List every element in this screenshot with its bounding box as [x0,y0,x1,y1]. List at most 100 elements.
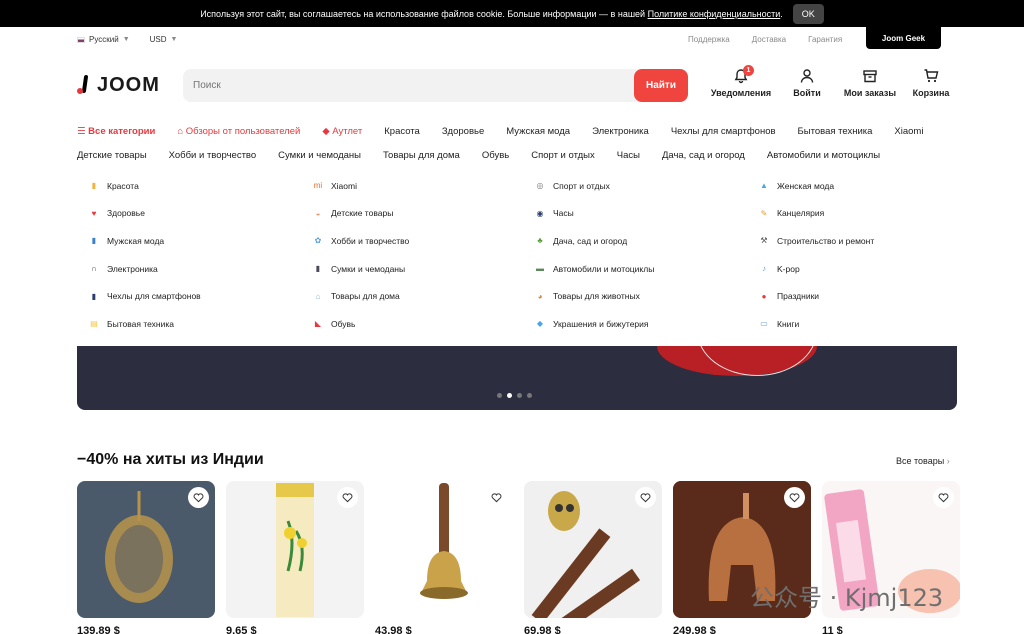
dropdown-category-item[interactable]: ♪ K-pop [758,255,874,283]
dropdown-category-item[interactable]: ▮ Мужская мода [88,227,201,255]
nav-item-shoes[interactable]: Обувь [482,150,509,161]
nav-item-beauty[interactable]: Красота [384,126,420,137]
currency-selector[interactable]: USD ▼ [150,35,178,44]
login-button[interactable]: Войти [782,68,832,98]
dropdown-category-item[interactable]: ▮ Красота [88,172,201,200]
nav-item-electronics[interactable]: Электроника [592,126,649,137]
dropdown-category-item[interactable]: ▲ Женская мода [758,172,874,200]
product-card[interactable]: 139,89 $ [77,481,215,634]
nav-item-hobby[interactable]: Хобби и творчество [169,150,257,161]
product-image[interactable] [77,481,215,618]
logo-text: JOOM [97,74,160,96]
nav-item-mens-fashion[interactable]: Мужская мода [506,126,570,137]
dropdown-category-item[interactable]: ◉ Часы [534,200,654,228]
dropdown-category-item[interactable]: ▤ Бытовая техника [88,310,201,338]
dropdown-category-item[interactable]: ✎ Канцелярия [758,200,874,228]
dropdown-category-label: Обувь [331,318,356,329]
notifications-label: Уведомления [710,88,772,98]
product-price: 139,89 $ [77,625,120,634]
promo-banner[interactable] [77,346,957,410]
product-image[interactable] [375,481,513,618]
dropdown-category-item[interactable]: ◕ Товары для животных [534,282,654,310]
dropdown-category-item[interactable]: mi Xiaomi [312,172,409,200]
dropdown-category-item[interactable]: ● Праздники [758,282,874,310]
favorite-heart-icon[interactable] [337,487,358,508]
cookie-text: Используя этот сайт, вы соглашаетесь на … [200,8,783,19]
home-icon: ⌂ [315,291,321,301]
joom-logo[interactable]: JOOM [77,74,160,97]
favorite-heart-icon[interactable] [188,487,209,508]
my-orders-button[interactable]: Мои заказы [832,68,908,98]
search-input[interactable] [183,69,633,102]
product-image[interactable] [226,481,364,618]
dropdown-category-item[interactable]: ▮ Сумки и чемоданы [312,255,409,283]
dropdown-category-item[interactable]: ♥ Здоровье [88,200,201,228]
carousel-dot[interactable] [517,393,522,398]
privacy-policy-link[interactable]: Политике конфиденциальности [648,9,781,19]
nav-item-kids[interactable]: Детские товары [77,150,147,161]
nav-item-garden[interactable]: Дача, сад и огород [662,150,745,161]
favorite-heart-icon[interactable] [933,487,954,508]
dropdown-category-item[interactable]: ◎ Спорт и отдых [534,172,654,200]
favorite-heart-icon[interactable] [486,487,507,508]
user-reviews-link[interactable]: ⌂ Обзоры от пользователей [177,126,300,137]
nav-item-home[interactable]: Товары для дома [383,150,460,161]
favorite-heart-icon[interactable] [635,487,656,508]
nav-item-auto[interactable]: Автомобили и мотоциклы [767,150,880,161]
joom-geek-tab[interactable]: Joom Geek [866,27,941,49]
dropdown-category-item[interactable]: ▮ Чехлы для смартфонов [88,282,201,310]
nav-item-phone-cases[interactable]: Чехлы для смартфонов [671,126,776,137]
product-card[interactable]: 69,98 $ [524,481,662,634]
nav-item-health[interactable]: Здоровье [442,126,484,137]
dropdown-category-item[interactable]: ∩ Электроника [88,255,201,283]
car-icon: ▬ [536,264,544,274]
product-price: 69,98 $ [524,625,561,634]
see-all-link[interactable]: Все товары › [896,456,950,466]
outlet-link[interactable]: ◆ Аутлет [322,126,362,137]
dropdown-category-item[interactable]: ✿ Хобби и творчество [312,227,410,255]
product-image[interactable] [524,481,662,618]
cookie-ok-button[interactable]: OK [792,3,824,24]
favorite-heart-icon[interactable] [784,487,805,508]
support-link[interactable]: Поддержка [688,35,730,44]
all-categories-link[interactable]: ☰ Все категории [77,126,155,137]
chevron-down-icon: ▼ [122,36,130,43]
dropdown-category-label: Здоровье [107,208,145,219]
dropdown-category-item[interactable]: ⚒ Строительство и ремонт [758,227,874,255]
dropdown-category-label: Бытовая техника [107,318,174,329]
dropdown-category-label: Товары для дома [331,291,400,302]
search-button[interactable]: Найти [634,69,688,102]
product-card[interactable]: 43,98 $ [375,481,513,634]
header-actions: 1 Уведомления Войти Мои заказы Корзина [700,65,954,98]
carousel-dot-active[interactable] [507,393,512,398]
suitcase-icon: ▮ [315,264,321,274]
watch-icon: ◉ [536,208,544,218]
dropdown-category-label: Товары для животных [553,291,640,302]
nav-item-appliances[interactable]: Бытовая техника [798,126,873,137]
dropdown-column: ▲ Женская мода ✎ Канцелярия ⚒ Строительство и… [758,172,874,338]
delivery-link[interactable]: Доставка [752,35,786,44]
dropdown-category-item[interactable]: ◣ Обувь [312,310,409,338]
warranty-link[interactable]: Гарантия [808,35,842,44]
dropdown-category-item[interactable]: ◒ Детские товары [312,200,409,228]
categories-dropdown: ▮ Красота ♥ Здоровье ▮ Мужская мода ∩ Электрони… [77,172,957,346]
dropdown-category-item[interactable]: ⌂ Товары для дома [312,282,409,310]
dropdown-category-item[interactable]: ♣ Дача, сад и огород [534,227,654,255]
notifications-button[interactable]: 1 Уведомления [700,65,782,98]
carousel-dot[interactable] [497,393,502,398]
carousel-dot[interactable] [527,393,532,398]
dropdown-category-item[interactable]: ▭ Книги [758,310,874,338]
dropdown-column: ◎ Спорт и отдых ◉ Часы ♣ Дача, сад и огород ▬ А… [534,172,654,338]
nav-item-bags[interactable]: Сумки и чемоданы [278,150,361,161]
cart-button[interactable]: Корзина [908,68,954,98]
dropdown-category-item[interactable]: ▬ Автомобили и мотоциклы [534,255,654,283]
hobby-icon: ✿ [314,236,322,246]
nav-item-xiaomi[interactable]: Xiaomi [894,126,923,137]
product-card[interactable]: 9,65 $ [226,481,364,634]
nav-item-sport[interactable]: Спорт и отдых [531,150,595,161]
dropdown-category-item[interactable]: ◆ Украшения и бижутерия [534,310,654,338]
language-selector[interactable]: Русский ▼ [77,35,130,44]
chevron-right-icon: › [946,456,950,466]
nav-item-watches[interactable]: Часы [617,150,640,161]
book-icon: ▭ [760,319,768,329]
